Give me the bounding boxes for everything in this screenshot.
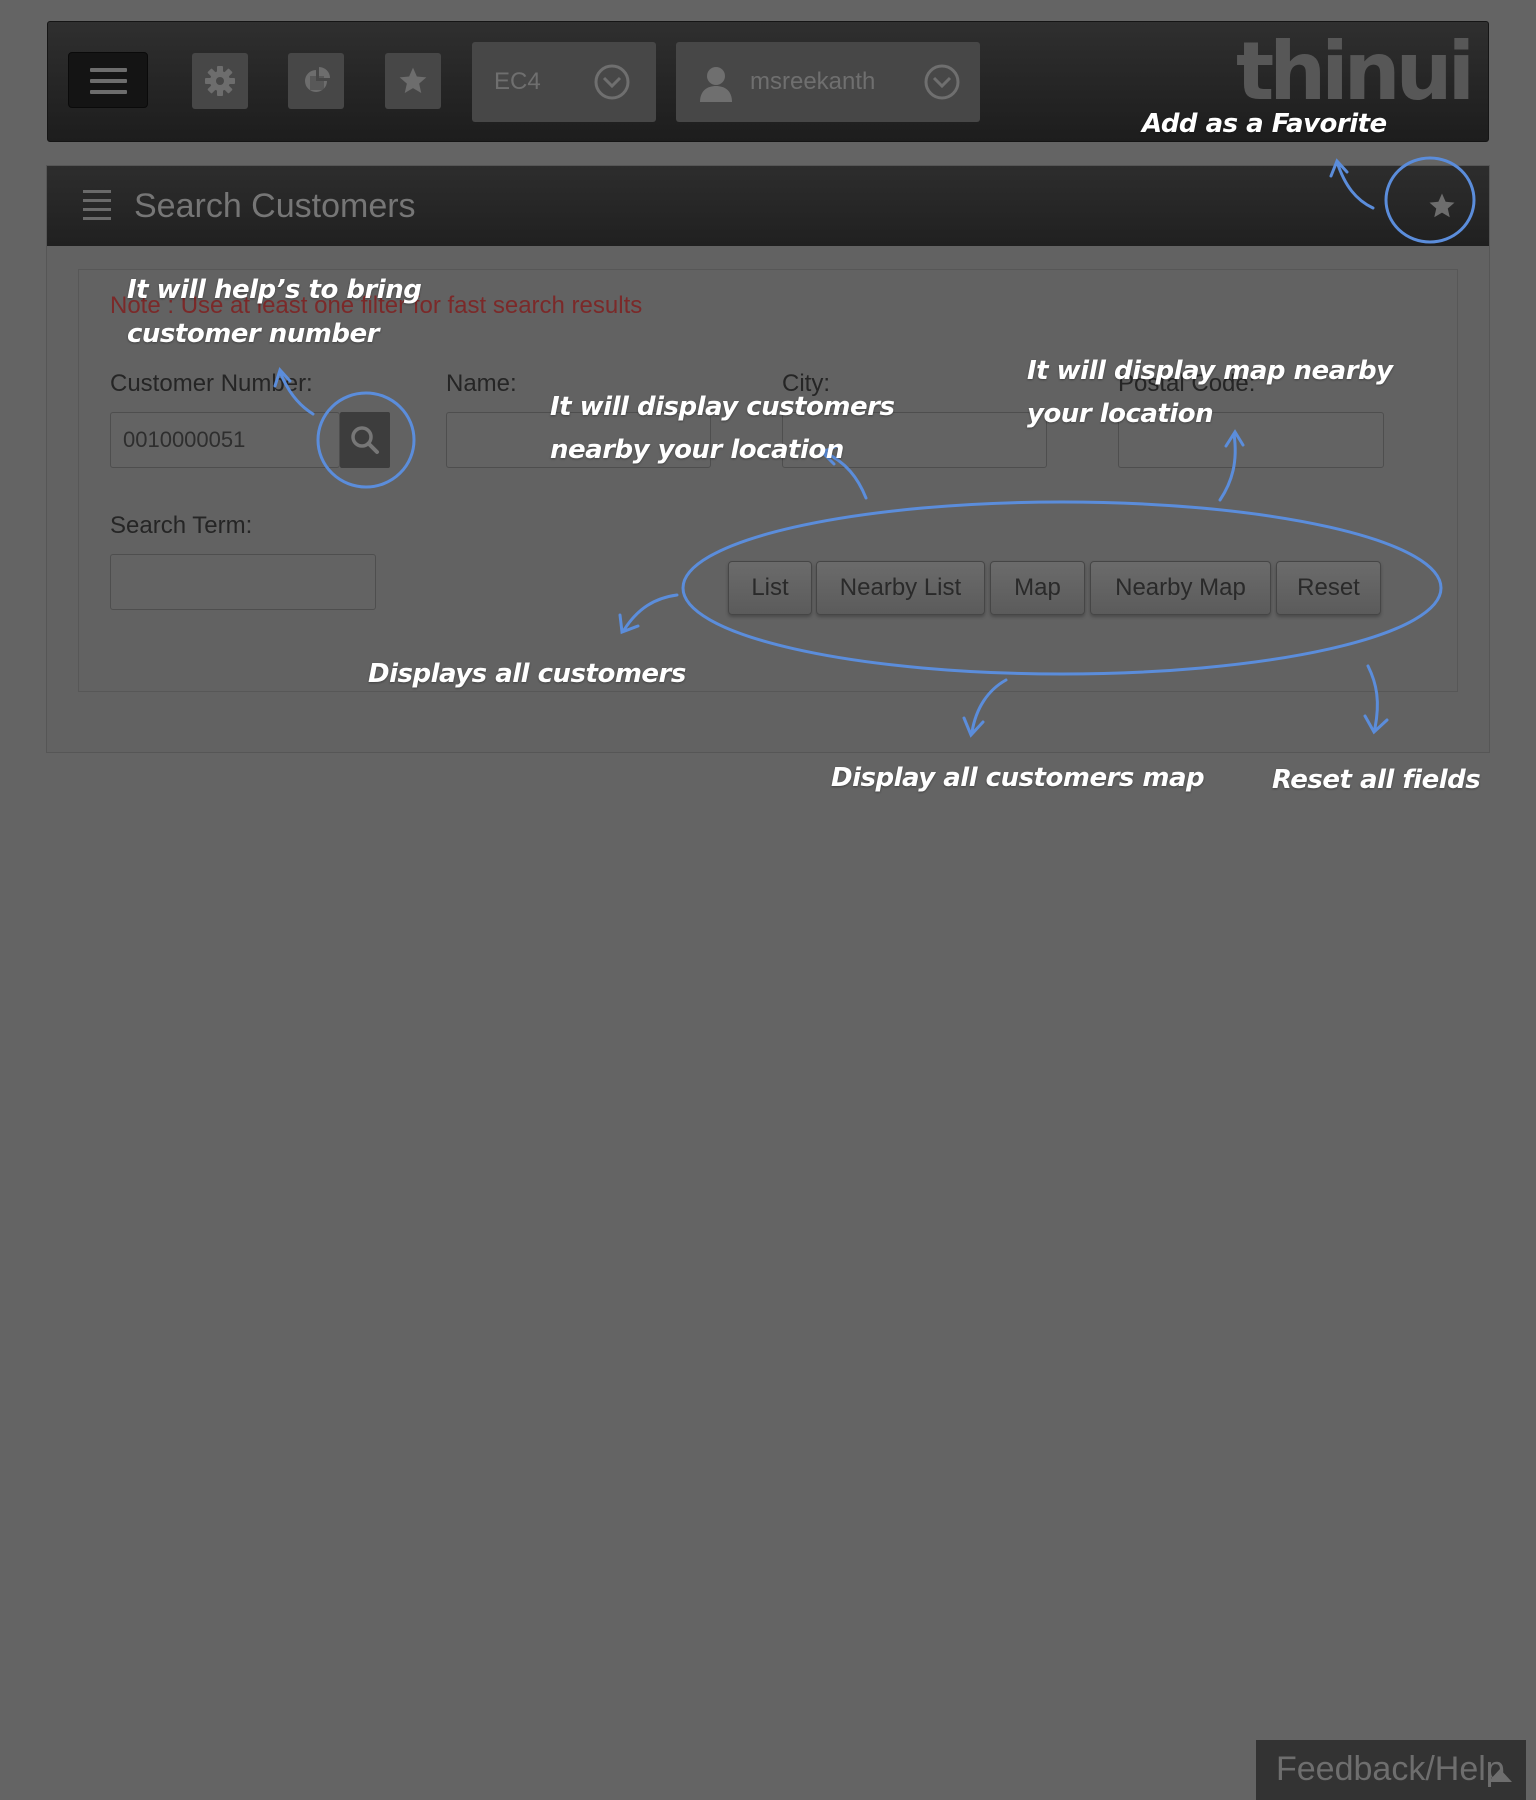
hamburger-icon-line [90, 79, 127, 83]
system-select-value: EC4 [494, 68, 541, 95]
customer-number-annotation-line1: It will help’s to bring [127, 275, 422, 305]
chevron-down-icon [924, 64, 960, 100]
caret-up-icon [1488, 1769, 1512, 1782]
search-term-label: Search Term: [110, 512, 253, 539]
customer-number-label: Customer Number: [110, 370, 313, 397]
page-title: Search Customers [134, 187, 416, 225]
list-annotation: Displays all customers [368, 659, 686, 689]
hamburger-icon-line [90, 90, 127, 94]
customer-number-annotation-line2: customer number [127, 319, 379, 349]
customer-lookup-button[interactable] [340, 412, 390, 468]
name-label: Name: [446, 370, 517, 397]
gear-icon [205, 66, 235, 96]
customer-number-input[interactable] [110, 412, 340, 468]
map-button[interactable]: Map [990, 561, 1085, 615]
nearby-list-annotation-line1: It will display customers [550, 392, 895, 422]
user-select-value: msreekanth [750, 68, 876, 95]
search-icon [351, 426, 379, 454]
reports-button[interactable] [288, 53, 344, 109]
system-select[interactable]: EC4 [472, 42, 656, 122]
favorite-annotation: Add as a Favorite [1142, 109, 1387, 139]
user-icon [700, 67, 732, 102]
user-select[interactable]: msreekanth [676, 42, 980, 122]
nearby-map-annotation-line2: your location [1027, 399, 1214, 429]
favorites-button[interactable] [385, 53, 441, 109]
star-icon [1429, 193, 1455, 218]
chart-icon [305, 67, 330, 92]
brand-logo: thinui [1236, 25, 1475, 118]
hamburger-icon [90, 68, 127, 72]
nearby-map-button[interactable]: Nearby Map [1090, 561, 1271, 615]
nearby-list-button[interactable]: Nearby List [816, 561, 985, 615]
list-icon[interactable] [83, 190, 111, 220]
reset-button[interactable]: Reset [1276, 561, 1381, 615]
list-button[interactable]: List [728, 561, 812, 615]
feedback-help-tab[interactable]: Feedback/Help [1256, 1740, 1526, 1800]
settings-button[interactable] [192, 53, 248, 109]
map-annotation: Display all customers map [831, 763, 1205, 793]
nearby-list-annotation-line2: nearby your location [550, 435, 844, 465]
chevron-down-icon [594, 64, 630, 100]
reset-annotation: Reset all fields [1272, 765, 1481, 795]
nearby-map-annotation-line1: It will display map nearby [1027, 356, 1393, 386]
search-term-input[interactable] [110, 554, 376, 610]
star-icon [399, 67, 427, 93]
main-menu-button[interactable] [68, 52, 148, 108]
add-favorite-button[interactable] [1422, 186, 1462, 226]
panel-header: Search Customers [47, 166, 1489, 246]
feedback-help-label: Feedback/Help [1276, 1750, 1505, 1788]
